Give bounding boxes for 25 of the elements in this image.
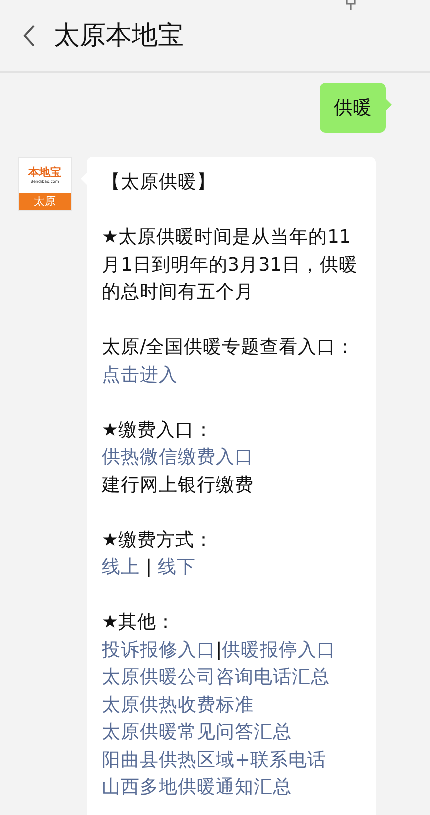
message-link[interactable]: 太原供暖常见问答汇总 [102,722,292,743]
message-link[interactable]: 投诉报修入口 [102,640,216,660]
message-text: ★其他： [102,612,176,633]
message-text: ★缴费入口： [102,420,214,440]
message-link[interactable]: 线下 [158,557,196,578]
back-icon[interactable] [22,24,36,48]
message-link[interactable]: 点击进入 [102,364,178,386]
message-text: 【太原供暖】 [102,172,216,193]
message-text: 太原/全国供暖专题查看入口： [102,337,356,358]
logo-text: 本地宝 [28,167,62,179]
message-text: ★缴费方式： [102,530,214,550]
message-link[interactable]: 山西多地供暖通知汇总 [102,777,292,798]
message-text: 建行网上银行缴费 [102,474,254,496]
message-text: ★太原供暖时间是从当年的11月1日到明年的3月31日，供暖的总时间有五个月 [102,227,358,303]
message-link[interactable]: 阳曲县供热区域+联系电话 [102,750,327,770]
logo-city: 太原 [19,193,71,210]
chat-title: 太原本地宝 [54,20,184,53]
message-link[interactable]: 线上 [102,557,140,578]
message-link[interactable]: 供暖报停入口 [222,640,336,660]
message-link[interactable]: 太原供热收费标准 [102,694,254,716]
message-text: | [216,640,222,660]
message-text: | [144,557,154,578]
message-link[interactable]: 供热微信缴费入口 [102,447,254,468]
message-text: 供暖 [334,97,372,119]
message-link[interactable]: 太原供暖公司咨询电话汇总 [102,667,330,688]
